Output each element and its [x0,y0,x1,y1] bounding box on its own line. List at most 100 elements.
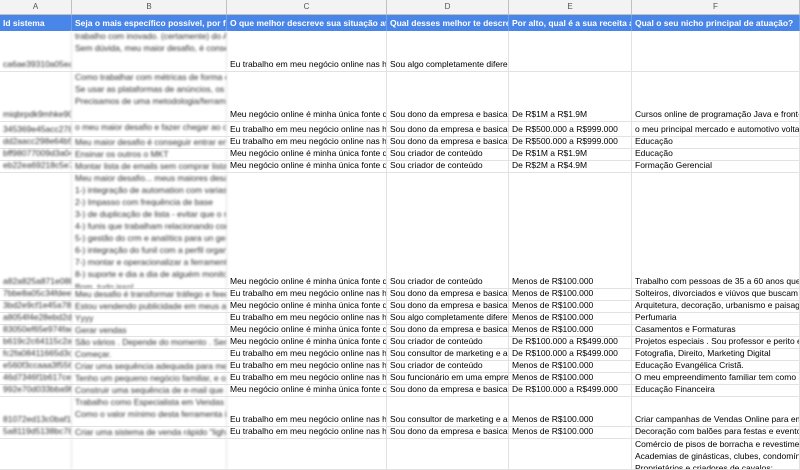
cell-revenue[interactable]: De R$500.000 a R$999.000 [509,137,632,148]
cell-description[interactable]: Gerar vendas [72,325,227,336]
cell-revenue[interactable]: Menos de R$100.000 [509,373,632,384]
cell-id[interactable]: a8054f4e28ebd2d97 [0,313,72,324]
cell-id[interactable]: a82a825a871e088c3 [0,173,72,288]
cell-id[interactable]: ca6ae39310a05ea4 [0,31,72,71]
column-letter-a[interactable]: A [0,0,72,14]
cell-revenue[interactable]: Menos de R$100.000 [509,289,632,300]
cell-description[interactable]: trabalho com inovado. (certamente) do Al… [72,31,227,71]
cell-id[interactable]: 5a8119d5138bc7847 [0,427,72,438]
cell-description[interactable]: Criar uma sequência adequada para meu pr… [72,361,227,372]
cell-situation[interactable]: Meu negócio online é minha única fonte d… [227,149,387,160]
cell-situation[interactable]: Meu negócio online é minha única fonte d… [227,301,387,312]
cell-description[interactable]: Começar. [72,349,227,360]
column-letter-b[interactable]: B [72,0,227,14]
cell-niche[interactable]: Fotografia, Direito, Marketing Digital [632,349,800,360]
cell-profile[interactable]: Sou dono da empresa e basicamen [387,301,509,312]
cell-niche[interactable]: Comércio de pisos de borracha e revestim… [632,439,800,469]
cell-situation[interactable]: Meu negócio online é minha única fonte d… [227,173,387,288]
cell-id[interactable]: 7bbe8a05c34fdeee1 [0,289,72,300]
cell-id[interactable]: e560f3ccaaa3f5569 [0,361,72,372]
cell-profile[interactable]: Sou criador de conteúdo [387,173,509,288]
cell-profile[interactable]: Sou consultor de marketing e auxili [387,397,509,426]
cell-description[interactable]: Construir uma sequência de e-mail que re… [72,385,227,396]
cell-profile[interactable]: Sou criador de conteúdo [387,337,509,348]
cell-profile[interactable]: Sou dono da empresa e basicamen [387,289,509,300]
cell-situation[interactable]: Eu trabalho em meu negócio online nas ho… [227,349,387,360]
cell-niche[interactable]: Criar campanhas de Vendas Online para em… [632,397,800,426]
cell-description[interactable] [72,439,227,469]
header-cell[interactable]: Id sistema [0,15,72,31]
cell-id[interactable]: fc2fa08411665d3c3 [0,349,72,360]
cell-niche[interactable]: Cursos online de programação Java e fron… [632,72,800,121]
cell-niche[interactable]: Solteiros, divorciados e viúvos que busc… [632,289,800,300]
cell-situation[interactable]: Eu trabalho em meu negócio online nas ho… [227,31,387,71]
header-cell[interactable]: Por alto, qual é a sua receita anual? [509,15,632,31]
cell-niche[interactable]: Decoração com balões para festas e event… [632,427,800,438]
cell-profile[interactable]: Sou dono da empresa e basicamen [387,122,509,136]
cell-revenue[interactable]: Menos de R$100.000 [509,301,632,312]
cell-situation[interactable]: Eu trabalho em meu negócio online nas ho… [227,427,387,438]
cell-situation[interactable]: Meu negócio online é minha única fonte d… [227,161,387,172]
cell-profile[interactable]: Sou dono da empresa e basicamen [387,72,509,121]
cell-situation[interactable]: Eu trabalho em meu negócio online nas ho… [227,289,387,300]
cell-situation[interactable]: Eu trabalho em meu negócio online nas ho… [227,397,387,426]
cell-description[interactable]: Meu maior desafio... meus maiores desafi… [72,173,227,288]
cell-revenue[interactable]: Menos de R$100.000 [509,397,632,426]
cell-situation[interactable]: Eu trabalho em meu negócio online nas ho… [227,122,387,136]
cell-id[interactable] [0,439,72,469]
cell-profile[interactable]: Sou dono da empresa e basicamen [387,325,509,336]
cell-situation[interactable]: Meu negócio online é minha única fonte d… [227,72,387,121]
column-letter-f[interactable]: F [632,0,800,14]
cell-id[interactable]: 46d7346f1b617ce71 [0,373,72,384]
cell-revenue[interactable]: Menos de R$100.000 [509,325,632,336]
cell-revenue[interactable]: Menos de R$100.000 [509,427,632,438]
cell-situation[interactable]: Eu trabalho em meu negócio online nas ho… [227,137,387,148]
cell-situation[interactable]: Meu negócio online é minha única fonte d… [227,325,387,336]
cell-profile[interactable]: Sou funcionário em uma empresa [387,373,509,384]
cell-description[interactable]: Montar lista de emails sem comprar lista… [72,161,227,172]
cell-description[interactable]: São vários . Depende do momento . Sendo … [72,337,227,348]
cell-id[interactable]: b619c2c64115c2a56 [0,337,72,348]
cell-niche[interactable]: Educação Financeira [632,385,800,396]
cell-situation[interactable]: Meu negócio online é minha única fonte d… [227,337,387,348]
cell-profile[interactable]: Sou algo completamente diferente [387,313,509,324]
cell-description[interactable]: Trabalho como Especialista em Vendas Onl… [72,397,227,426]
cell-niche[interactable] [632,31,800,71]
cell-niche[interactable]: Trabalho com pessoas de 35 a 60 anos que… [632,173,800,288]
cell-niche[interactable]: Arquitetura, decoração, urbanismo e pais… [632,301,800,312]
column-letter-d[interactable]: D [387,0,509,14]
cell-profile[interactable] [387,439,509,469]
cell-profile[interactable]: Sou dono da empresa e basicamen [387,137,509,148]
cell-id[interactable]: 83050ef65e974faec [0,325,72,336]
cell-revenue[interactable]: De R$100.000 a R$499.000 [509,349,632,360]
cell-niche[interactable]: Perfumaria [632,313,800,324]
cell-id[interactable]: 81072ed13c0baf19e [0,397,72,426]
cell-description[interactable]: Meu maior desafio é conseguir entrar em … [72,137,227,148]
cell-id[interactable]: miqbrpdk9mhke90d [0,72,72,121]
cell-profile[interactable]: Sou dono da empresa e basicamen [387,427,509,438]
cell-id[interactable]: 3bd2e9cf1e45a78b2 [0,301,72,312]
cell-niche[interactable]: Formação Gerencial [632,161,800,172]
header-cell[interactable]: Qual desses melhor te descreve? [387,15,509,31]
header-cell[interactable]: O que melhor descreve sua situação atual… [227,15,387,31]
cell-description[interactable]: Tenho um pequeno negócio familiar, e o m… [72,373,227,384]
cell-situation[interactable]: Eu trabalho em meu negócio online nas ho… [227,373,387,384]
cell-revenue[interactable]: Menos de R$100.000 [509,361,632,372]
cell-id[interactable]: eb22ea69218c5e7d [0,161,72,172]
cell-revenue[interactable]: De R$500.000 a R$999.000 [509,122,632,136]
cell-description[interactable]: Criar uma sistema de venda rápido "light… [72,427,227,438]
column-letter-e[interactable]: E [509,0,632,14]
cell-revenue[interactable]: De R$2M a R$4.9M [509,161,632,172]
cell-situation[interactable]: Meu negócio online é minha única fonte d… [227,385,387,396]
header-cell[interactable]: Seja o mais específico possível, por fav… [72,15,227,31]
cell-id[interactable]: bff98077009d3a045 [0,149,72,160]
cell-revenue[interactable]: De R$1M a R$1.9M [509,149,632,160]
cell-niche[interactable]: Educação Evangélica Cristã. [632,361,800,372]
cell-id[interactable]: 992e70d033bba9fff1 [0,385,72,396]
cell-revenue[interactable]: Menos de R$100.000 [509,173,632,288]
cell-profile[interactable]: Sou criador de conteúdo [387,149,509,160]
cell-profile[interactable]: Sou criador de conteúdo [387,361,509,372]
cell-profile[interactable]: Sou algo completamente diferente [387,31,509,71]
cell-description[interactable]: Meu desafio é transformar tráfego e feed… [72,289,227,300]
cell-description[interactable]: Yyyy [72,313,227,324]
